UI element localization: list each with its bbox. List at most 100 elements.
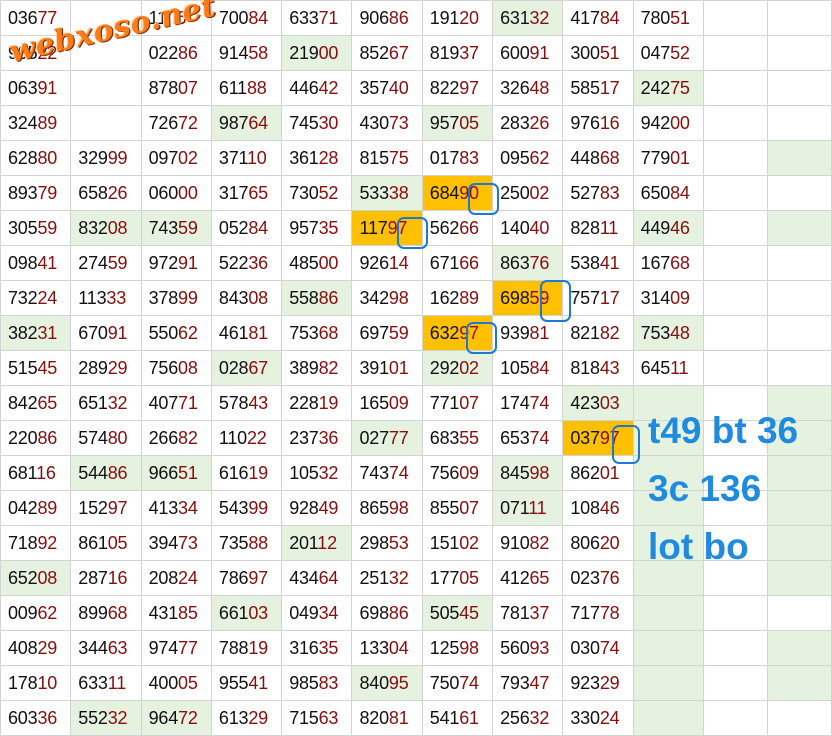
result-cell: 63371 <box>281 0 353 36</box>
result-cell: 82297 <box>421 70 494 106</box>
result-cell: 38231 <box>0 315 72 351</box>
empty-cell <box>766 490 832 526</box>
result-cell: 44946 <box>632 210 704 246</box>
result-cell: 31635 <box>281 630 353 666</box>
result-cell: 16509 <box>351 385 423 421</box>
result-cell: 55886 <box>281 280 353 316</box>
note-line-2: 3c 136 <box>648 468 762 509</box>
result-number: 77107 <box>429 392 479 413</box>
result-number: 53841 <box>570 252 620 273</box>
result-number: 79347 <box>500 672 550 693</box>
result-cell: 55062 <box>140 315 212 351</box>
result-number: 98764 <box>218 112 268 133</box>
result-number: 22086 <box>8 427 58 448</box>
result-number: 44868 <box>570 147 620 168</box>
result-number: 94200 <box>640 112 690 133</box>
empty-cell <box>766 140 832 176</box>
empty-cell <box>766 350 832 386</box>
result-number: 22819 <box>289 392 339 413</box>
result-number: 19120 <box>429 7 479 28</box>
result-cell: 83208 <box>70 210 142 246</box>
result-cell: 55232 <box>70 700 142 736</box>
result-number: 86598 <box>359 497 409 518</box>
result-cell: 79347 <box>492 665 564 701</box>
result-cell: 71778 <box>562 595 634 631</box>
result-number: 54161 <box>429 707 479 728</box>
result-number: 11797 <box>359 217 408 238</box>
result-number: 25132 <box>359 567 409 588</box>
result-cell: 43185 <box>140 595 212 631</box>
result-number: 28716 <box>78 567 128 588</box>
result-number: 60336 <box>8 707 58 728</box>
result-cell: 32999 <box>70 140 142 176</box>
result-cell: 19120 <box>421 0 494 36</box>
result-number: 29853 <box>359 532 409 553</box>
result-number: 82182 <box>570 322 620 343</box>
result-number: 03074 <box>570 637 620 658</box>
result-number: 10532 <box>289 462 339 483</box>
result-cell: 15297 <box>70 490 142 526</box>
result-cell: 22819 <box>281 385 353 421</box>
result-cell: 90686 <box>351 0 423 36</box>
result-cell: 77901 <box>632 140 704 176</box>
table-row: 60336 55232 96472 61329 71563 82081 54161 25632… <box>0 700 832 736</box>
result-number: 15102 <box>429 532 479 553</box>
result-number: 95735 <box>289 217 339 238</box>
result-number: 01783 <box>429 147 479 168</box>
result-cell: 97477 <box>140 630 212 666</box>
result-number: 09702 <box>148 147 198 168</box>
result-cell: 89379 <box>0 175 72 211</box>
result-cell: 52236 <box>210 245 283 281</box>
result-cell: 39101 <box>351 350 423 386</box>
result-number: 41784 <box>570 7 620 28</box>
result-cell: 41334 <box>140 490 212 526</box>
result-number: 86201 <box>570 462 620 483</box>
result-number: 12598 <box>429 637 479 658</box>
result-number: 25632 <box>500 707 550 728</box>
result-number: 09562 <box>500 147 550 168</box>
result-number: 85267 <box>359 42 409 63</box>
result-cell: 84095 <box>351 665 423 701</box>
empty-cell <box>702 350 768 386</box>
result-cell: 17705 <box>421 560 494 596</box>
result-cell: 91458 <box>210 35 283 71</box>
result-number: 25002 <box>500 182 550 203</box>
result-cell: 31765 <box>210 175 283 211</box>
result-cell: 28716 <box>70 560 142 596</box>
result-cell <box>632 595 704 631</box>
result-number: 86105 <box>78 532 128 553</box>
result-cell: 86105 <box>70 525 142 561</box>
result-cell: 75609 <box>421 455 494 491</box>
result-cell: 09702 <box>140 140 212 176</box>
result-number: 63311 <box>78 672 127 693</box>
result-number: 71563 <box>289 707 339 728</box>
result-number: 68116 <box>8 462 56 483</box>
result-number: 96651 <box>148 462 198 483</box>
result-number: 37899 <box>148 287 198 308</box>
result-number: 57843 <box>218 392 268 413</box>
result-number: 23736 <box>289 427 339 448</box>
result-number: 31765 <box>218 182 268 203</box>
result-cell: 25002 <box>492 175 564 211</box>
result-number: 84308 <box>218 287 268 308</box>
result-cell: 07111 <box>492 490 564 526</box>
result-cell: 98764 <box>210 105 283 141</box>
result-number: 43185 <box>148 602 198 623</box>
result-number: 69886 <box>359 602 409 623</box>
result-cell: 60336 <box>0 700 72 736</box>
note-line-1: t49 bt 36 <box>648 410 799 451</box>
result-cell: 44868 <box>562 140 634 176</box>
result-cell: 81575 <box>351 140 423 176</box>
result-cell: 68355 <box>421 420 494 456</box>
result-number: 70084 <box>218 7 268 28</box>
result-cell: 06391 <box>0 70 72 106</box>
result-cell: 37899 <box>140 280 212 316</box>
result-cell: 37110 <box>210 140 283 176</box>
result-number: 30559 <box>8 217 58 238</box>
result-cell: 69886 <box>351 595 423 631</box>
result-number: 82081 <box>359 707 409 728</box>
result-number: 02777 <box>359 427 409 448</box>
result-number: 75348 <box>640 322 690 343</box>
result-cell: 53338 <box>351 175 423 211</box>
result-cell: 09562 <box>492 140 564 176</box>
